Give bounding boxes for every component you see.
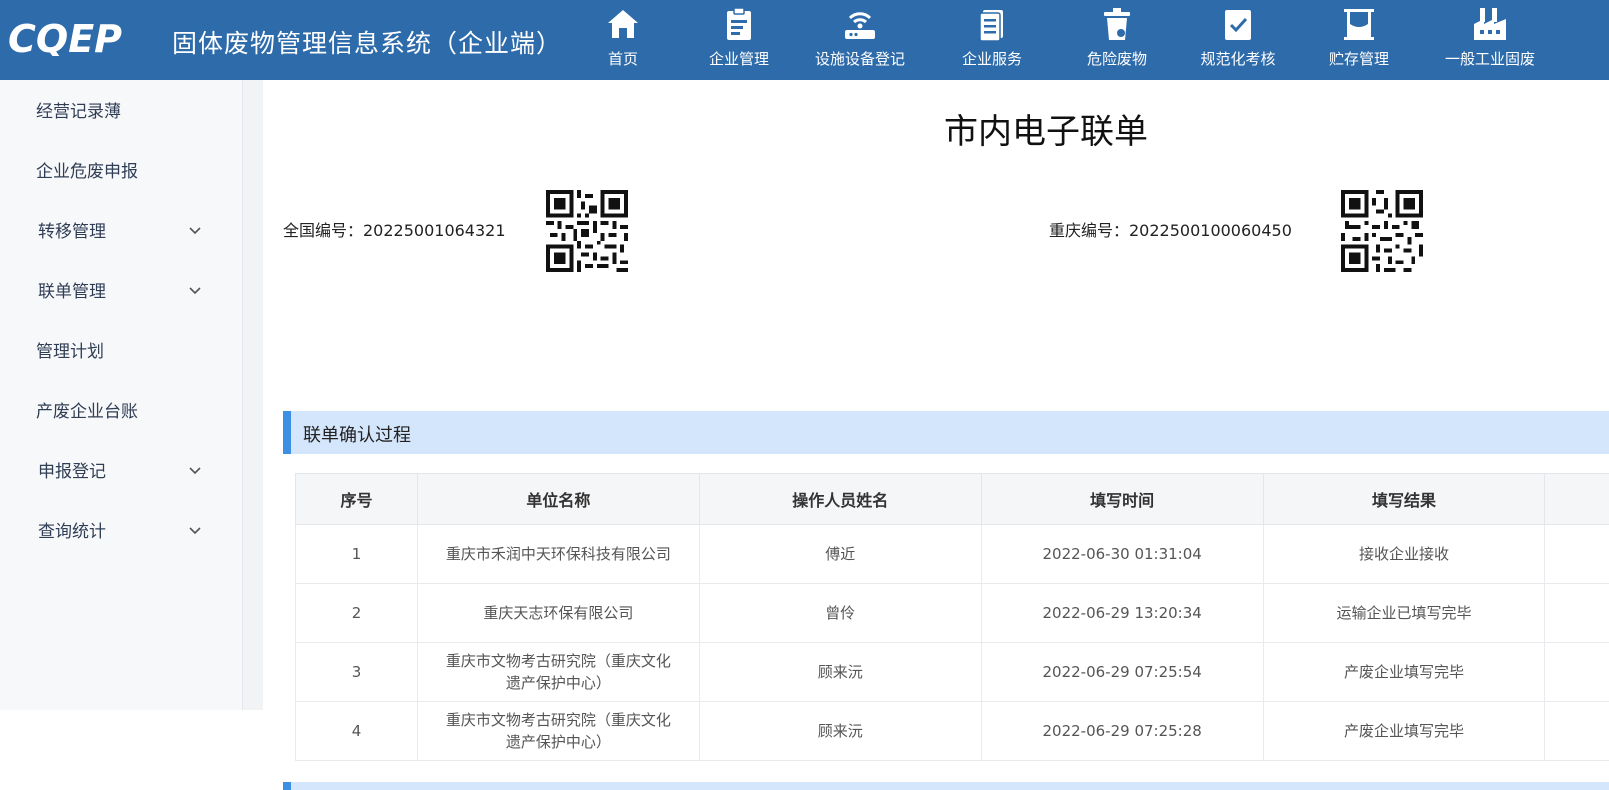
- table-row: 3 重庆市文物考古研究院（重庆文化遗产保护中心） 顾来沅 2022-06-29 …: [296, 643, 1609, 702]
- next-section-header: [283, 782, 1609, 790]
- home-icon: [605, 6, 641, 42]
- section-header: 联单确认过程: [283, 411, 1609, 454]
- tank-icon: [1341, 6, 1377, 42]
- cell-extra: [1545, 525, 1609, 584]
- nav-enterprise-management-label: 企业管理: [699, 48, 779, 69]
- cell-operator: 曾伶: [699, 584, 981, 643]
- section-title: 联单确认过程: [303, 421, 411, 447]
- cqep-logo: CQEP: [8, 20, 158, 56]
- table-row: 1 重庆市禾润中天环保科技有限公司 傅近 2022-06-30 01:31:04…: [296, 525, 1609, 584]
- cell-extra: [1545, 584, 1609, 643]
- cell-result: 运输企业已填写完毕: [1263, 584, 1545, 643]
- table-row: 4 重庆市文物考古研究院（重庆文化遗产保护中心） 顾来沅 2022-06-29 …: [296, 702, 1609, 761]
- chevron-down-icon: [188, 466, 202, 476]
- cell-unit: 重庆市文物考古研究院（重庆文化遗产保护中心）: [417, 702, 699, 761]
- trash-bin-icon: [1099, 6, 1135, 42]
- sidebar-item-management-plan[interactable]: 管理计划: [0, 322, 242, 382]
- cell-time: 2022-06-29 07:25:28: [981, 702, 1263, 761]
- nav-enterprise-service-label: 企业服务: [952, 48, 1032, 69]
- cell-unit: 重庆市文物考古研究院（重庆文化遗产保护中心）: [417, 643, 699, 702]
- column-header-time: 填写时间: [981, 474, 1263, 525]
- nav-facility-registration[interactable]: 设施设备登记: [808, 4, 912, 76]
- nav-storage-management-label: 贮存管理: [1319, 48, 1399, 69]
- cell-result: 产废企业填写完毕: [1263, 702, 1545, 761]
- cell-operator: 顾来沅: [699, 702, 981, 761]
- cell-no: 1: [296, 525, 418, 584]
- column-header-extra: [1545, 474, 1609, 525]
- cell-no: 4: [296, 702, 418, 761]
- nav-general-industrial-waste[interactable]: 一般工业固废: [1434, 4, 1546, 76]
- cell-operator: 傅近: [699, 525, 981, 584]
- sidebar-item-label: 申报登记: [38, 442, 106, 502]
- sidebar-item-label: 企业危废申报: [36, 142, 138, 202]
- cell-extra: [1545, 643, 1609, 702]
- router-icon: [842, 6, 878, 42]
- sidebar-item-label: 联单管理: [38, 262, 106, 322]
- chongqing-code: 重庆编号：2022500100060450: [1049, 217, 1292, 241]
- chevron-down-icon: [188, 286, 202, 296]
- sidebar-item-label: 查询统计: [38, 502, 106, 562]
- cell-result: 接收企业接收: [1263, 525, 1545, 584]
- column-header-result: 填写结果: [1263, 474, 1545, 525]
- sidebar-item-label: 经营记录薄: [36, 82, 121, 142]
- main-content: 市内电子联单 全国编号：20225001064321 重庆编号：20225001…: [263, 80, 1609, 710]
- column-header-unit: 单位名称: [417, 474, 699, 525]
- national-code: 全国编号：20225001064321: [283, 217, 506, 241]
- checklist-icon: [1220, 6, 1256, 42]
- sidebar-item-manifest-management[interactable]: 联单管理: [0, 262, 242, 322]
- cell-time: 2022-06-29 07:25:54: [981, 643, 1263, 702]
- clipboard-tools-icon: [721, 6, 757, 42]
- factory-icon: [1472, 6, 1508, 42]
- sidebar-item-waste-producer-ledger[interactable]: 产废企业台账: [0, 382, 242, 442]
- top-navigation-bar: CQEP 固体废物管理信息系统（企业端） 首页 企业管理 设施设备登记: [0, 0, 1609, 80]
- sidebar-item-label: 转移管理: [38, 202, 106, 262]
- chevron-down-icon: [188, 226, 202, 236]
- nav-storage-management[interactable]: 贮存管理: [1319, 4, 1399, 76]
- nav-home[interactable]: 首页: [583, 4, 663, 76]
- nav-enterprise-management[interactable]: 企业管理: [699, 4, 779, 76]
- nav-standardization-assessment-label: 规范化考核: [1190, 48, 1286, 69]
- national-qr-code-icon: [546, 190, 628, 272]
- system-title: 固体废物管理信息系统（企业端）: [172, 24, 562, 60]
- cell-unit: 重庆天志环保有限公司: [417, 584, 699, 643]
- chevron-down-icon: [188, 526, 202, 536]
- cell-operator: 顾来沅: [699, 643, 981, 702]
- page-title: 市内电子联单: [263, 104, 1609, 153]
- document-icon: [974, 6, 1010, 42]
- sidebar-item-transfer-management[interactable]: 转移管理: [0, 202, 242, 262]
- table-header-row: 序号 单位名称 操作人员姓名 填写时间 填写结果: [296, 474, 1609, 525]
- nav-enterprise-service[interactable]: 企业服务: [952, 4, 1032, 76]
- nav-hazardous-waste-label: 危险废物: [1077, 48, 1157, 69]
- sidebar-item-label: 管理计划: [36, 322, 104, 382]
- nav-home-label: 首页: [583, 48, 663, 69]
- cell-no: 3: [296, 643, 418, 702]
- cell-time: 2022-06-29 13:20:34: [981, 584, 1263, 643]
- nav-facility-registration-label: 设施设备登记: [808, 48, 912, 69]
- sidebar-item-operation-records[interactable]: 经营记录薄: [0, 82, 242, 142]
- manifest-confirmation-table: 序号 单位名称 操作人员姓名 填写时间 填写结果 1 重庆市禾润中天环保科技有限…: [295, 473, 1609, 761]
- sidebar-item-query-statistics[interactable]: 查询统计: [0, 502, 242, 562]
- sidebar-item-declaration-registration[interactable]: 申报登记: [0, 442, 242, 502]
- column-header-no: 序号: [296, 474, 418, 525]
- cell-result: 产废企业填写完毕: [1263, 643, 1545, 702]
- nav-standardization-assessment[interactable]: 规范化考核: [1190, 4, 1286, 76]
- column-header-operator: 操作人员姓名: [699, 474, 981, 525]
- svg-text:CQEP: CQEP: [8, 20, 122, 56]
- cell-time: 2022-06-30 01:31:04: [981, 525, 1263, 584]
- nav-hazardous-waste[interactable]: 危险废物: [1077, 4, 1157, 76]
- chongqing-qr-code-icon: [1341, 190, 1423, 272]
- nav-general-industrial-waste-label: 一般工业固废: [1434, 48, 1546, 69]
- sidebar: 经营记录薄 企业危废申报 转移管理 联单管理 管理计划 产废企业台账 申报登记 …: [0, 80, 243, 710]
- cell-extra: [1545, 702, 1609, 761]
- cell-no: 2: [296, 584, 418, 643]
- sidebar-item-label: 产废企业台账: [36, 382, 138, 442]
- cell-unit: 重庆市禾润中天环保科技有限公司: [417, 525, 699, 584]
- content-gutter: [243, 80, 263, 710]
- table-row: 2 重庆天志环保有限公司 曾伶 2022-06-29 13:20:34 运输企业…: [296, 584, 1609, 643]
- sidebar-item-hazardous-waste-declaration[interactable]: 企业危废申报: [0, 142, 242, 202]
